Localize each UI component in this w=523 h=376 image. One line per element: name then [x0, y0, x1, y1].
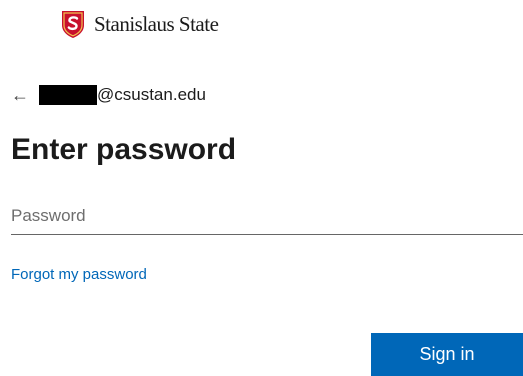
email-suffix: @csustan.edu	[97, 85, 206, 104]
password-input[interactable]	[11, 198, 523, 235]
back-arrow-icon[interactable]: ←	[11, 86, 29, 104]
brand-logo: Stanislaus State	[60, 8, 219, 40]
sign-in-page: Stanislaus State ← @csustan.edu Enter pa…	[0, 0, 523, 376]
account-identity: ← @csustan.edu	[11, 83, 206, 107]
page-title: Enter password	[11, 133, 237, 166]
forgot-password-link[interactable]: Forgot my password	[11, 266, 147, 283]
brand-name: Stanislaus State	[94, 11, 219, 36]
shield-s-icon	[62, 11, 84, 38]
redacted-username	[39, 85, 97, 105]
sign-in-button[interactable]: Sign in	[371, 333, 523, 376]
